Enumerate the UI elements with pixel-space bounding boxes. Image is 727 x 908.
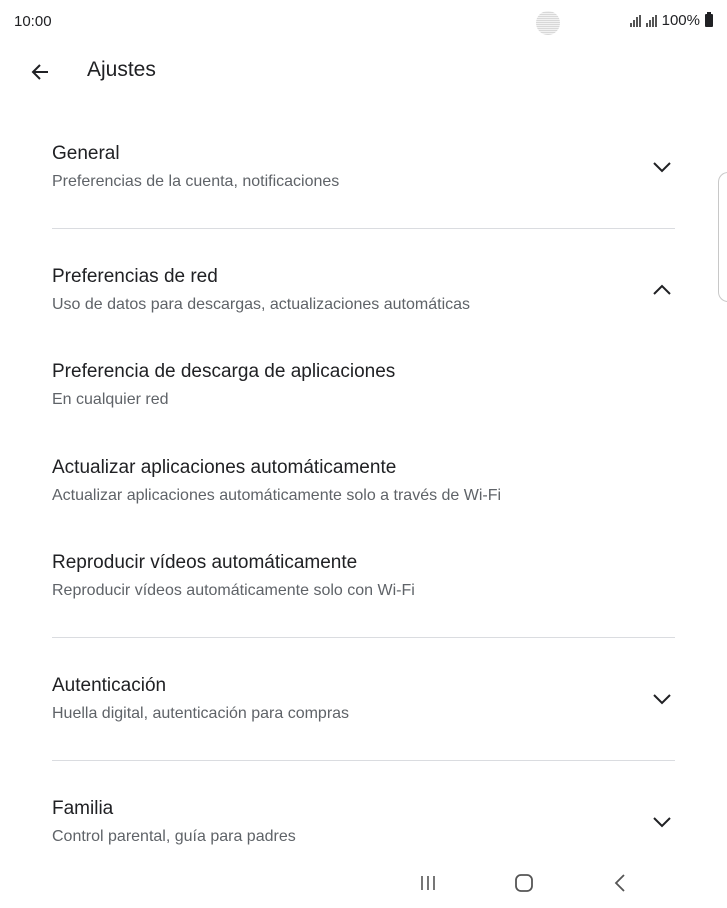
setting-title: Actualizar aplicaciones automáticamente bbox=[52, 457, 397, 478]
section-network-preferences[interactable]: Preferencias de red Uso de datos para de… bbox=[52, 265, 675, 316]
chevron-up-icon bbox=[653, 284, 671, 295]
navigation-bar bbox=[0, 860, 727, 908]
battery-icon bbox=[705, 12, 713, 27]
home-button[interactable] bbox=[509, 870, 539, 896]
page-title: Ajustes bbox=[87, 58, 156, 81]
status-bar: 10:00 100% bbox=[0, 0, 727, 44]
chevron-down-icon bbox=[653, 162, 671, 173]
section-subtitle: Uso de datos para descargas, actualizaci… bbox=[52, 296, 471, 313]
expand-button[interactable] bbox=[649, 686, 675, 712]
setting-subtitle: Reproducir vídeos automáticamente solo c… bbox=[52, 582, 415, 599]
section-title: Familia bbox=[52, 798, 114, 819]
section-subtitle: Preferencias de la cuenta, notificacione… bbox=[52, 173, 340, 190]
section-subtitle: Control parental, guía para padres bbox=[52, 828, 296, 845]
battery-text: 100% bbox=[661, 12, 700, 29]
setting-item-auto-update-apps[interactable]: Actualizar aplicaciones automáticamente … bbox=[52, 456, 675, 507]
chevron-down-icon bbox=[653, 817, 671, 828]
signal-icon-2 bbox=[645, 14, 657, 27]
expand-button[interactable] bbox=[649, 809, 675, 835]
nav-back-icon bbox=[614, 874, 625, 892]
chevron-down-icon bbox=[653, 694, 671, 705]
section-family[interactable]: Familia Control parental, guía para padr… bbox=[52, 797, 675, 848]
setting-item-download-preference[interactable]: Preferencia de descarga de aplicaciones … bbox=[52, 360, 675, 411]
section-general[interactable]: General Preferencias de la cuenta, notif… bbox=[52, 142, 675, 193]
back-button[interactable] bbox=[22, 54, 58, 90]
recents-button[interactable] bbox=[413, 870, 443, 896]
app-bar: Ajustes bbox=[0, 44, 727, 100]
divider bbox=[52, 228, 675, 229]
camera-cutout bbox=[536, 11, 560, 35]
signal-icon bbox=[629, 14, 641, 27]
section-authentication[interactable]: Autenticación Huella digital, autenticac… bbox=[52, 674, 675, 725]
section-title: General bbox=[52, 143, 120, 164]
nav-back-button[interactable] bbox=[605, 870, 635, 896]
expand-button[interactable] bbox=[649, 154, 675, 180]
divider bbox=[52, 760, 675, 761]
home-icon bbox=[515, 874, 533, 892]
collapse-button[interactable] bbox=[649, 277, 675, 303]
setting-title: Reproducir vídeos automáticamente bbox=[52, 552, 358, 573]
section-subtitle: Huella digital, autenticación para compr… bbox=[52, 705, 350, 722]
setting-subtitle: En cualquier red bbox=[52, 391, 169, 408]
arrow-back-icon bbox=[31, 64, 48, 80]
setting-title: Preferencia de descarga de aplicaciones bbox=[52, 361, 396, 382]
divider bbox=[52, 637, 675, 638]
section-title: Autenticación bbox=[52, 675, 167, 696]
recents-icon bbox=[421, 876, 435, 890]
setting-subtitle: Actualizar aplicaciones automáticamente … bbox=[52, 487, 502, 504]
edge-panel-handle[interactable] bbox=[718, 172, 727, 302]
status-time: 10:00 bbox=[14, 13, 52, 30]
status-icons: 100% bbox=[629, 12, 713, 29]
section-title: Preferencias de red bbox=[52, 266, 218, 287]
setting-item-autoplay-videos[interactable]: Reproducir vídeos automáticamente Reprod… bbox=[52, 551, 675, 602]
